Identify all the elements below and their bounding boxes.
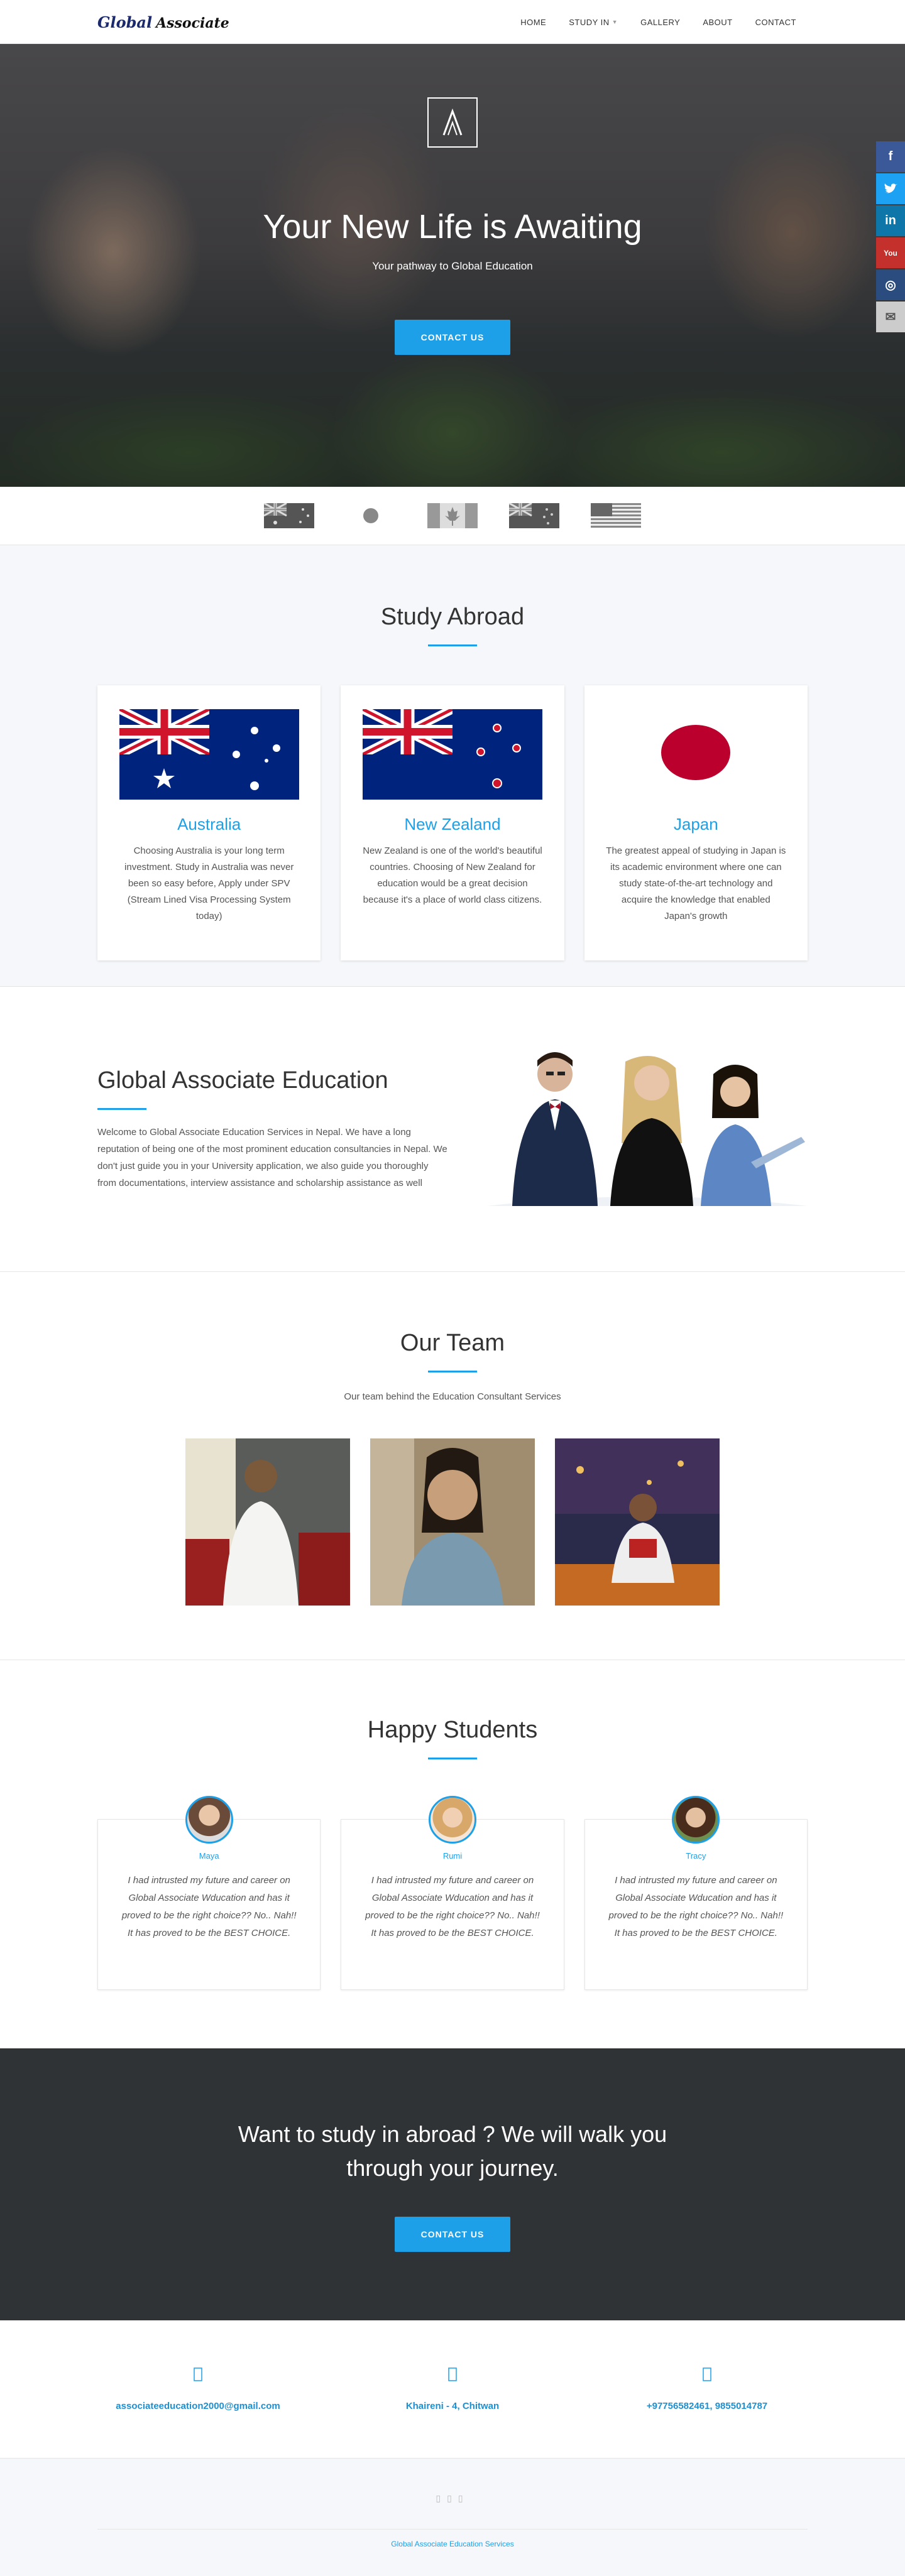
student-quote: I had intrusted my future and career on … — [365, 1875, 540, 1938]
about-text-block: Global Associate Education Welcome to Gl… — [97, 1067, 449, 1192]
student-name: Tracy — [686, 1851, 706, 1861]
australia-flag-icon[interactable] — [263, 502, 314, 528]
hero-logo-icon — [427, 97, 478, 148]
usa-flag-icon[interactable] — [591, 503, 641, 528]
contact-email: associateeducation2000@gmail.com — [97, 2367, 299, 2411]
footer-google-icon[interactable]: ▯ — [458, 2493, 469, 2503]
student-name: Maya — [199, 1851, 219, 1861]
japan-flag-image — [606, 709, 786, 800]
footer-social-icons: ▯▯▯ — [0, 2493, 905, 2504]
main-menu: HOME STUDY IN ▼ GALLERY ABOUT CONTACT — [509, 18, 808, 27]
country-card-japan[interactable]: Japan The greatest appeal of studying in… — [584, 685, 808, 960]
about-description: Welcome to Global Associate Education Se… — [97, 1126, 447, 1188]
card-text: Choosing Australia is your long term inv… — [124, 845, 294, 921]
country-flag-strip — [0, 487, 905, 545]
canada-flag-icon[interactable] — [427, 503, 478, 528]
youtube-icon[interactable]: You — [876, 237, 905, 268]
chevron-down-icon: ▼ — [612, 19, 618, 25]
japan-flag-icon[interactable] — [346, 503, 396, 528]
contact-address-text: Khaireni - 4, Chitwan — [405, 2401, 500, 2411]
about-title: Global Associate Education — [97, 1067, 388, 1094]
our-team-section: Our Team Our team behind the Education C… — [0, 1272, 905, 1660]
study-abroad-title: Study Abroad — [380, 604, 525, 630]
students-group-image — [487, 1049, 808, 1209]
title-underline — [97, 1107, 146, 1110]
map-marker-icon — [352, 2367, 553, 2388]
testimonial-card: Tracy I had intrusted my future and care… — [584, 1796, 808, 1990]
footer-divider — [97, 2529, 808, 2530]
menu-item-gallery[interactable]: GALLERY — [629, 18, 691, 27]
footer-copyright: Global Associate Education Services — [391, 2540, 514, 2548]
new-zealand-flag-icon[interactable] — [508, 502, 559, 528]
contact-address: Khaireni - 4, Chitwan — [352, 2367, 553, 2411]
menu-item-study-in-label: STUDY IN — [569, 17, 610, 27]
hero-title: Your New Life is Awaiting — [263, 208, 642, 246]
team-member-photo[interactable] — [555, 1438, 720, 1606]
testimonials-title: Happy Students — [367, 1717, 538, 1743]
country-cards: Australia Choosing Australia is your lon… — [97, 685, 808, 960]
social-sidebar: f in You ◎ ✉ — [876, 141, 905, 332]
cta-contact-button[interactable]: CONTACT US — [394, 2216, 511, 2252]
happy-students-section: Happy Students Maya I had intrusted my f… — [0, 1660, 905, 2048]
logo-secondary: Associate — [156, 14, 229, 31]
hero-subtitle: Your pathway to Global Education — [372, 260, 533, 272]
logo-primary: Global — [97, 13, 153, 31]
new-zealand-flag-image — [360, 705, 542, 800]
email-icon[interactable]: ✉ — [876, 302, 905, 332]
linkedin-icon[interactable]: in — [876, 205, 905, 236]
contact-phone: +97756582461, 9855014787 — [606, 2367, 808, 2411]
student-quote: I had intrusted my future and career on … — [608, 1875, 784, 1938]
card-text: The greatest appeal of studying in Japan… — [606, 845, 786, 921]
hero-banner: Your New Life is Awaiting Your pathway t… — [0, 44, 905, 487]
card-title: New Zealand — [404, 815, 501, 834]
envelope-icon — [97, 2367, 299, 2388]
contact-info-section: associateeducation2000@gmail.com Khairen… — [0, 2320, 905, 2459]
team-member-photo[interactable] — [370, 1438, 535, 1606]
team-title: Our Team — [400, 1330, 505, 1356]
site-logo[interactable]: Global Associate — [97, 13, 229, 31]
phone-icon — [606, 2367, 808, 2388]
country-card-new-zealand[interactable]: New Zealand New Zealand is one of the wo… — [341, 685, 564, 960]
title-underline — [428, 1371, 477, 1372]
cta-title: Want to study in abroad ? We will walk y… — [238, 2121, 667, 2181]
card-title: Australia — [177, 815, 241, 834]
title-underline — [428, 1758, 477, 1759]
menu-item-about[interactable]: ABOUT — [691, 18, 743, 27]
avatar — [672, 1796, 720, 1844]
testimonial-cards: Maya I had intrusted my future and caree… — [97, 1796, 808, 1990]
contact-email-text[interactable]: associateeducation2000@gmail.com — [97, 2401, 299, 2411]
top-navbar: Global Associate HOME STUDY IN ▼ GALLERY A… — [0, 0, 905, 44]
menu-item-study-in[interactable]: STUDY IN ▼ — [557, 18, 629, 27]
hero-contact-button[interactable]: CONTACT US — [394, 320, 511, 355]
testimonial-card: Rumi I had intrusted my future and caree… — [341, 1796, 564, 1990]
team-member-photo[interactable] — [185, 1438, 350, 1606]
menu-item-contact[interactable]: CONTACT — [744, 18, 808, 27]
testimonial-card: Maya I had intrusted my future and caree… — [97, 1796, 321, 1990]
instagram-icon[interactable]: ◎ — [876, 269, 905, 300]
avatar — [428, 1796, 476, 1844]
card-text: New Zealand is one of the world's beauti… — [363, 845, 542, 905]
footer-twitter-icon[interactable]: ▯ — [447, 2493, 458, 2503]
student-quote: I had intrusted my future and career on … — [121, 1875, 297, 1938]
footer-facebook-icon[interactable]: ▯ — [436, 2493, 447, 2503]
country-card-australia[interactable]: Australia Choosing Australia is your lon… — [97, 685, 321, 960]
avatar — [185, 1796, 233, 1844]
call-to-action-section: Want to study in abroad ? We will walk y… — [0, 2048, 905, 2320]
title-underline — [428, 644, 477, 646]
study-abroad-section: Study Abroad Australia Choosing Australi… — [0, 545, 905, 987]
contact-phone-text[interactable]: +97756582461, 9855014787 — [606, 2401, 808, 2411]
facebook-icon[interactable]: f — [876, 141, 905, 172]
twitter-icon[interactable] — [876, 173, 905, 204]
card-title: Japan — [673, 815, 718, 834]
about-section: Global Associate Education Welcome to Gl… — [0, 987, 905, 1272]
team-photos — [0, 1438, 905, 1606]
team-lead: Our team behind the Education Consultant… — [344, 1391, 561, 1402]
australia-flag-image — [117, 705, 299, 800]
student-name: Rumi — [442, 1851, 463, 1861]
footer: ▯▯▯ Global Associate Education Services — [0, 2459, 905, 2576]
menu-item-home[interactable]: HOME — [509, 18, 557, 27]
